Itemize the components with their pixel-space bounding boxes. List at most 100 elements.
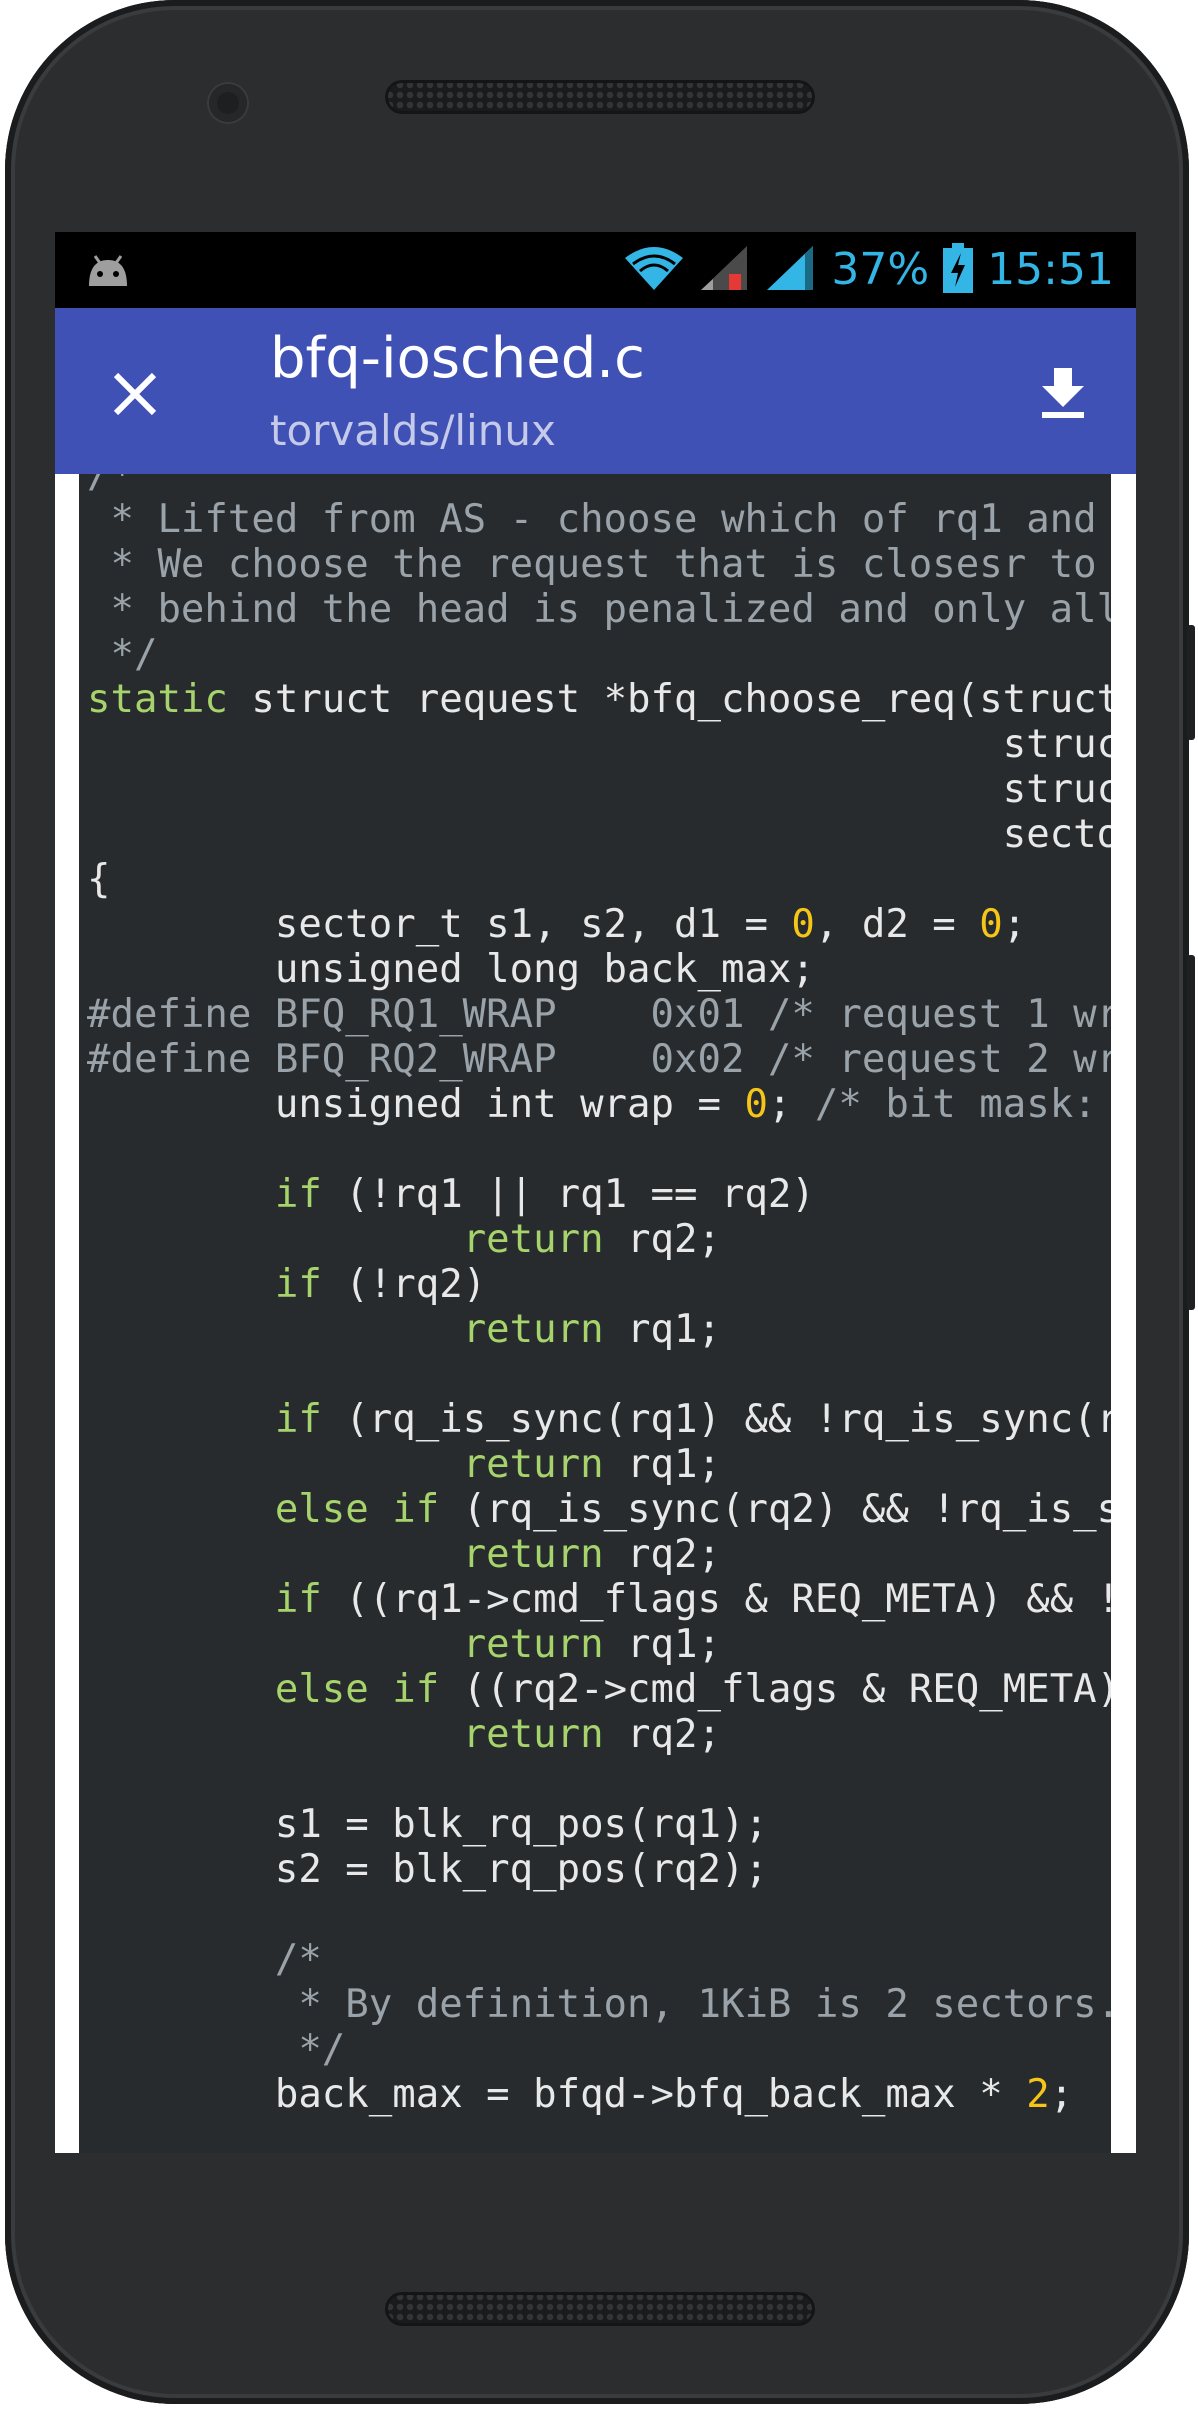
code-line: ​ bbox=[87, 1352, 1111, 1397]
code-token: * We choose the request that is closesr … bbox=[110, 542, 1097, 587]
code-token: if bbox=[274, 1172, 322, 1217]
code-line: #define BFQ_RQ2_WRAP 0x02 /* request 2 w… bbox=[87, 1037, 1111, 1082]
code-line: static struct request *bfq_choose_req(st… bbox=[87, 677, 1111, 722]
code-line: struct request *rq2, bbox=[87, 767, 1111, 812]
code-token: rq1; bbox=[603, 1442, 721, 1487]
code-token: unsigned long back_max; bbox=[87, 947, 815, 992]
code-panel[interactable]: /* * Lifted from AS - choose which of rq… bbox=[79, 474, 1111, 2153]
code-token: #define BFQ_RQ2_WRAP 0x02 /* request 2 w… bbox=[87, 1037, 1111, 1082]
close-icon bbox=[113, 372, 157, 416]
code-token: * Lifted from AS - choose which of rq1 a… bbox=[110, 497, 1097, 542]
code-token: ; bbox=[767, 1082, 815, 1127]
code-token: ; bbox=[1002, 902, 1027, 947]
code-line: * By definition, 1KiB is 2 sectors. bbox=[87, 1982, 1111, 2027]
code-token: 0 bbox=[791, 902, 815, 947]
app-bar: bfq-iosched.c torvalds/linux bbox=[55, 308, 1136, 474]
code-line: else if ((rq2->cmd_flags & REQ_META) && … bbox=[87, 1667, 1111, 1712]
code-token: rq2; bbox=[603, 1532, 721, 1577]
code-line: /* bbox=[87, 1937, 1111, 1982]
code-token: if bbox=[274, 1397, 322, 1442]
code-line: sector_t last) bbox=[87, 812, 1111, 857]
code-line: unsigned long back_max; bbox=[87, 947, 1111, 992]
code-token: sector_t s1, s2, d1 = bbox=[87, 902, 792, 947]
code-lines: /* * Lifted from AS - choose which of rq… bbox=[87, 474, 1111, 2117]
code-token: (rq_is_sync(rq1) && !rq_is_sync(rq2)) bbox=[345, 1397, 1111, 1442]
code-line: return rq2; bbox=[87, 1217, 1111, 1262]
code-line: sector_t s1, s2, d1 = 0, d2 = 0; bbox=[87, 902, 1111, 947]
code-line: return rq1; bbox=[87, 1622, 1111, 1667]
code-token: struct request *bfq_choose_req(struct bf… bbox=[251, 677, 1111, 722]
code-line: * behind the head is penalized and only … bbox=[87, 587, 1111, 632]
code-token: else if bbox=[274, 1487, 440, 1532]
code-line: struct request *rq1, bbox=[87, 722, 1111, 767]
code-token: return bbox=[462, 1532, 604, 1577]
close-button[interactable] bbox=[105, 364, 165, 424]
code-line: return rq1; bbox=[87, 1442, 1111, 1487]
code-token: ((rq2->cmd_flags & REQ_META) && !(rq1->c… bbox=[462, 1667, 1111, 1712]
code-line: */ bbox=[87, 632, 1111, 677]
code-line: if ((rq1->cmd_flags & REQ_META) && !(rq2… bbox=[87, 1577, 1111, 1622]
code-token: rq1; bbox=[603, 1622, 721, 1667]
code-token: 0 bbox=[979, 902, 1003, 947]
code-token: return bbox=[462, 1307, 604, 1352]
code-token: return bbox=[462, 1622, 604, 1667]
code-line: if (!rq2) bbox=[87, 1262, 1111, 1307]
code-token: if bbox=[274, 1577, 322, 1622]
status-bar: 37% 15:51 bbox=[55, 232, 1136, 308]
code-line: return rq2; bbox=[87, 1532, 1111, 1577]
cell-signal-sim2-icon bbox=[765, 244, 817, 296]
code-token: s2 = blk_rq_pos(rq2); bbox=[87, 1847, 768, 1892]
code-line: ​ bbox=[87, 1127, 1111, 1172]
wifi-icon bbox=[623, 244, 685, 296]
code-viewer[interactable]: /* * Lifted from AS - choose which of rq… bbox=[55, 474, 1136, 2153]
code-token: (!rq1 || rq1 == rq2) bbox=[321, 1172, 815, 1217]
volume-rocker bbox=[1187, 955, 1195, 1310]
code-line: if (rq_is_sync(rq1) && !rq_is_sync(rq2)) bbox=[87, 1397, 1111, 1442]
code-token: return bbox=[462, 1712, 604, 1757]
code-token: rq2; bbox=[603, 1217, 721, 1262]
code-line: * We choose the request that is closesr … bbox=[87, 542, 1111, 587]
code-token: #define BFQ_RQ1_WRAP 0x01 /* request 1 w… bbox=[87, 992, 1111, 1037]
code-token: back_max = bfqd->bfq_back_max * bbox=[87, 2072, 1027, 2117]
code-token: 0 bbox=[744, 1082, 768, 1127]
code-token: 2 bbox=[1026, 2072, 1050, 2117]
code-token: ((rq1->cmd_flags & REQ_META) && !(rq2->c… bbox=[345, 1577, 1111, 1622]
code-token: unsigned int wrap = bbox=[87, 1082, 745, 1127]
phone-screen: 37% 15:51 bfq-iosched.c torvalds/linux /… bbox=[55, 232, 1136, 2153]
code-token: if bbox=[274, 1262, 322, 1307]
code-line: { bbox=[87, 857, 1111, 902]
code-token: * behind the head is penalized and only … bbox=[110, 587, 1111, 632]
battery-charging-icon bbox=[943, 243, 974, 297]
code-line: s1 = blk_rq_pos(rq1); bbox=[87, 1802, 1111, 1847]
download-icon bbox=[1042, 368, 1084, 418]
code-token: s1 = blk_rq_pos(rq1); bbox=[87, 1802, 768, 1847]
code-token: rq1; bbox=[603, 1307, 721, 1352]
download-button[interactable] bbox=[1032, 360, 1094, 426]
code-line: return rq2; bbox=[87, 1712, 1111, 1757]
code-line: #define BFQ_RQ1_WRAP 0x01 /* request 1 w… bbox=[87, 992, 1111, 1037]
repository-subtitle: torvalds/linux bbox=[270, 406, 556, 455]
code-line: * Lifted from AS - choose which of rq1 a… bbox=[87, 497, 1111, 542]
status-time: 15:51 bbox=[987, 244, 1114, 295]
battery-percent: 37% bbox=[831, 244, 930, 295]
cell-signal-sim1-icon bbox=[699, 244, 751, 296]
code-token: /* bbox=[87, 474, 134, 497]
code-token: (rq_is_sync(rq2) && !rq_is_sync(rq1)) bbox=[462, 1487, 1111, 1532]
code-line: ​ bbox=[87, 1892, 1111, 1937]
code-token: static bbox=[87, 677, 228, 722]
file-title: bfq-iosched.c bbox=[270, 326, 645, 391]
code-token: rq2; bbox=[603, 1712, 721, 1757]
code-line: return rq1; bbox=[87, 1307, 1111, 1352]
code-line: if (!rq1 || rq1 == rq2) bbox=[87, 1172, 1111, 1217]
code-token: */ bbox=[87, 632, 158, 677]
code-token: * By definition, 1KiB is 2 sectors. bbox=[87, 1982, 1111, 2027]
code-token: /* bbox=[87, 1937, 322, 1982]
